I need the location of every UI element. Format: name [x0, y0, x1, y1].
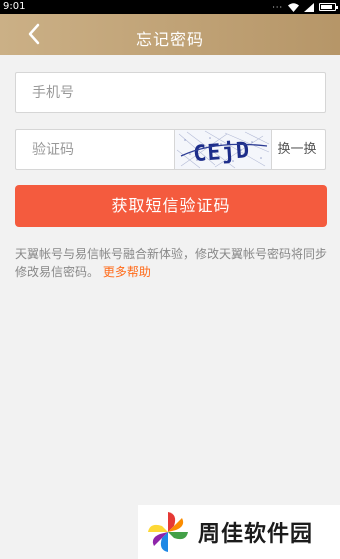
help-note-text: 天翼帐号与易信帐号融合新体验，修改天翼帐号密码将同步修改易信密码。	[15, 247, 328, 279]
captcha-text: CEjD	[192, 138, 251, 167]
watermark: 周佳软件园	[138, 505, 340, 559]
more-help-link[interactable]: 更多帮助	[103, 265, 151, 279]
status-bar: 9:01 ···	[0, 0, 340, 14]
captcha-graphic: CEjD	[175, 130, 271, 169]
status-icons: ···	[272, 2, 338, 12]
captcha-image[interactable]: CEjD	[174, 130, 272, 169]
get-sms-code-button[interactable]: 获取短信验证码	[15, 185, 327, 227]
captcha-row: CEjD 换一换	[15, 129, 326, 170]
battery-icon	[319, 3, 338, 11]
phone-field[interactable]	[15, 72, 326, 113]
page-title: 忘记密码	[135, 30, 204, 49]
phone-input[interactable]	[32, 84, 312, 102]
nav-bar: 忘记密码	[0, 14, 340, 55]
status-time: 9:01	[3, 1, 26, 12]
signal-icon	[304, 2, 314, 12]
signal-dots-icon: ···	[272, 2, 283, 12]
wifi-icon	[288, 2, 299, 12]
refresh-captcha-button[interactable]: 换一换	[269, 130, 325, 169]
pinwheel-logo-icon	[148, 512, 188, 552]
help-note: 天翼帐号与易信帐号融合新体验，修改天翼帐号密码将同步修改易信密码。 更多帮助	[15, 245, 327, 281]
captcha-input[interactable]	[32, 141, 172, 159]
watermark-text: 周佳软件园	[198, 522, 314, 547]
